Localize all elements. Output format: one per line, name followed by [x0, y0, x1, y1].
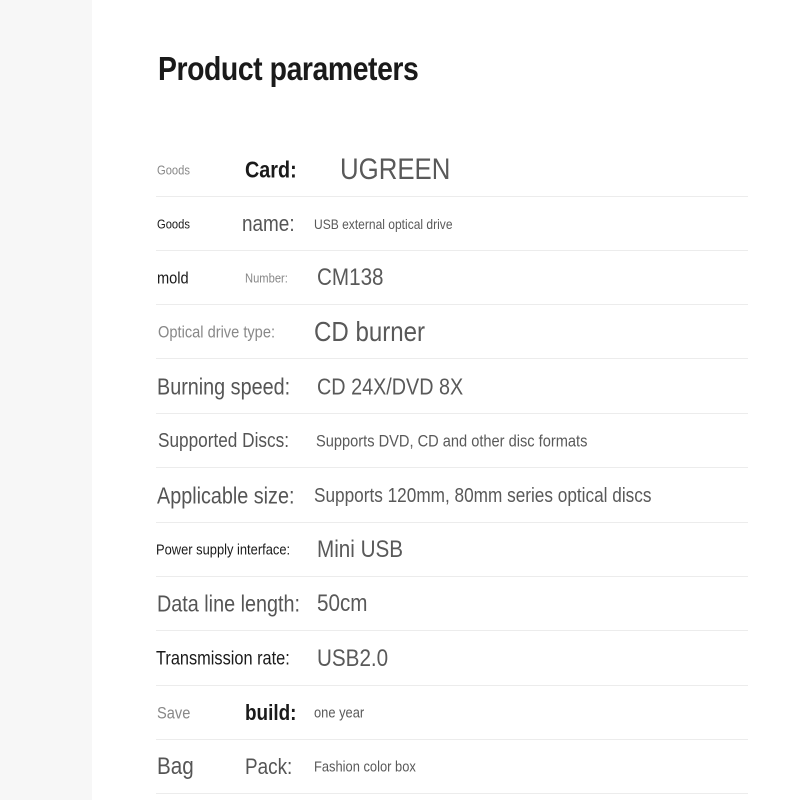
param-value: CM138	[317, 264, 384, 291]
param-value: USB external optical drive	[314, 216, 453, 232]
param-value: USB2.0	[317, 645, 389, 672]
param-label-part1: Goods	[157, 216, 190, 232]
param-row-applicable-size: Applicable size: Supports 120mm, 80mm se…	[156, 469, 748, 523]
param-value: Supports 120mm, 80mm series optical disc…	[314, 485, 652, 507]
param-row-burning-speed: Burning speed: CD 24X/DVD 8X	[156, 360, 748, 414]
param-row-model-number: mold Number: CM138	[156, 251, 748, 305]
param-value: 50cm	[317, 590, 368, 617]
param-label-part1: Goods	[157, 162, 190, 178]
param-label: Applicable size:	[157, 482, 295, 509]
param-value: Mini USB	[317, 536, 404, 563]
param-label-part2: Card:	[245, 156, 297, 183]
param-label: Data line length:	[157, 590, 300, 617]
param-row-data-line-length: Data line length: 50cm	[156, 577, 748, 631]
param-row-packaging: Bag Pack: Fashion color box	[156, 740, 748, 794]
param-label: Transmission rate:	[156, 648, 290, 670]
param-label-part2: build:	[245, 700, 297, 725]
param-row-transmission-rate: Transmission rate: USB2.0	[156, 632, 748, 686]
param-row-brand: Goods Card: UGREEN	[156, 143, 748, 197]
param-value: CD burner	[314, 316, 426, 347]
param-value: Supports DVD, CD and other disc formats	[316, 431, 588, 451]
param-value: Fashion color box	[314, 758, 416, 776]
param-row-warranty: Save build: one year	[156, 686, 748, 740]
param-label-part2: Number:	[245, 270, 288, 286]
param-label-part1: Save	[157, 703, 191, 723]
param-row-product-name: Goods name: USB external optical drive	[156, 197, 748, 251]
param-row-supported-discs: Supported Discs: Supports DVD, CD and ot…	[156, 414, 748, 468]
param-value: UGREEN	[340, 153, 451, 186]
param-value: CD 24X/DVD 8X	[317, 373, 464, 400]
param-label-part1: mold	[157, 268, 189, 288]
page-title: Product parameters	[158, 50, 419, 87]
left-margin-strip	[0, 0, 92, 800]
param-row-power-supply-interface: Power supply interface: Mini USB	[156, 523, 748, 577]
param-label-part2: Pack:	[245, 754, 293, 779]
param-label-part2: name:	[242, 211, 295, 236]
param-label: Power supply interface:	[156, 541, 291, 559]
param-label-part1: Bag	[157, 753, 194, 780]
param-row-optical-drive-type: Optical drive type: CD burner	[156, 305, 748, 359]
param-label: Optical drive type:	[158, 322, 276, 342]
param-label: Supported Discs:	[158, 430, 289, 452]
param-label: Burning speed:	[157, 373, 291, 400]
param-value: one year	[314, 704, 365, 722]
